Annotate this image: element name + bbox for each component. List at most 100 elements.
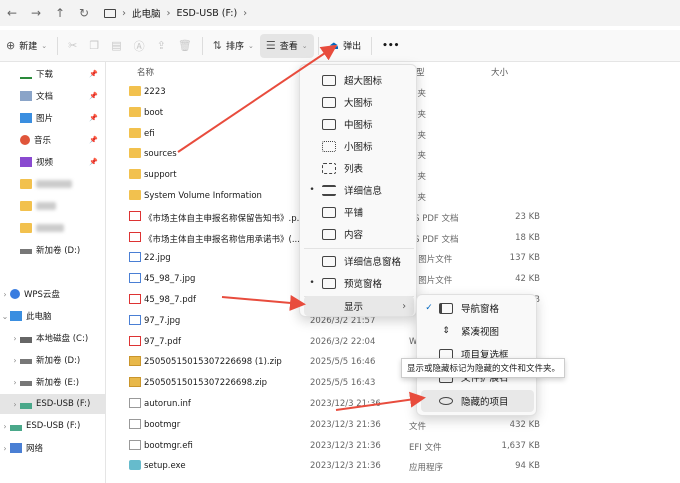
chevron-right-icon[interactable]: ›	[0, 444, 10, 453]
delete-button[interactable]: 🗑	[172, 34, 198, 58]
chevron-down-icon[interactable]: ⌄	[0, 312, 10, 321]
sidebar-item-folder-blurred[interactable]	[0, 196, 105, 216]
sidebar-item-drive-c[interactable]: › 本地磁盘 (C:)	[0, 328, 105, 348]
sidebar-item-drive-d-quick[interactable]: 新加卷 (D:)	[0, 240, 105, 260]
submenu-item-compact-view[interactable]: ⇕ 紧凑视图	[421, 320, 534, 342]
file-row[interactable]: autorun.inf 2023/12/3 21:36	[107, 394, 680, 414]
cloud-icon	[10, 289, 20, 299]
sidebar-item-folder-blurred[interactable]	[0, 174, 105, 194]
file-row[interactable]: bootmgr 2023/12/3 21:36 文件 432 KB	[107, 415, 680, 435]
breadcrumb-esd-usb[interactable]: ESD-USB (F:)	[177, 8, 238, 19]
menu-item-show[interactable]: 显示 ›	[304, 296, 414, 316]
file-row[interactable]: setup.exe 2023/12/3 21:36 应用程序 94 KB	[107, 456, 680, 476]
sidebar-item-this-pc[interactable]: ⌄ 此电脑	[0, 306, 105, 326]
sidebar-item-drive-d[interactable]: › 新加卷 (D:)	[0, 350, 105, 370]
sidebar-item-music[interactable]: 音乐 📌	[0, 130, 105, 150]
menu-item-content[interactable]: 内容	[304, 223, 414, 245]
menu-item-small-icons[interactable]: 小图标	[304, 135, 414, 157]
sidebar-item-drive-e[interactable]: › 新加卷 (E:)	[0, 372, 105, 392]
redacted-label	[36, 180, 72, 188]
file-date: 2026/3/2 22:04	[310, 336, 376, 347]
file-name: sources	[144, 149, 177, 160]
sort-button[interactable]: ⇅ 排序 ⌄	[207, 34, 260, 58]
eject-button[interactable]: ⏏ 弹出	[323, 34, 367, 58]
file-size: 1,637 KB	[501, 440, 540, 451]
file-row[interactable]: bootmgr.efi 2023/12/3 21:36 EFI 文件 1,637 KB	[107, 436, 680, 456]
folder-icon	[20, 223, 32, 233]
rename-button[interactable]: Ⓐ	[128, 34, 151, 58]
redacted-label	[36, 202, 56, 210]
breadcrumb[interactable]: › 此电脑 › ESD-USB (F:) ›	[104, 3, 247, 23]
sidebar-item-downloads[interactable]: 下载 📌	[0, 64, 105, 84]
divider	[371, 36, 373, 55]
menu-divider	[304, 248, 414, 249]
content-icon	[322, 228, 336, 240]
folder-icon	[129, 86, 141, 96]
up-icon[interactable]: ↑	[48, 1, 72, 25]
chevron-right-icon[interactable]: ›	[10, 356, 20, 365]
breadcrumb-this-pc[interactable]: 此电脑	[132, 6, 161, 20]
chevron-right-icon[interactable]: ›	[0, 422, 10, 431]
sidebar-item-wps-cloud[interactable]: › WPS云盘	[0, 284, 105, 304]
download-icon	[20, 69, 32, 79]
view-button[interactable]: ☰ 查看 ⌄	[259, 33, 314, 58]
file-date: 2023/12/3 21:36	[310, 399, 381, 409]
copy-button[interactable]: ❐	[83, 34, 105, 58]
checkmark-icon: ✓	[425, 303, 433, 313]
sidebar-item-esd-usb[interactable]: › ESD-USB (F:)	[0, 416, 105, 436]
menu-item-details[interactable]: • 详细信息	[304, 179, 414, 201]
forward-icon[interactable]: →	[24, 1, 48, 25]
file-row[interactable]: 97_7.pdf 2026/3/2 22:04 W	[107, 332, 680, 352]
refresh-icon[interactable]: ↻	[72, 1, 96, 25]
file-icon	[129, 418, 141, 429]
menu-item-medium-icons[interactable]: 中图标	[304, 113, 414, 135]
more-options-button[interactable]: •••	[376, 34, 405, 58]
menu-item-preview-pane[interactable]: • 预览窗格	[304, 272, 414, 294]
file-name: setup.exe	[144, 461, 186, 472]
file-icon	[129, 439, 141, 450]
column-type[interactable]: 型	[416, 66, 425, 78]
file-name: bootmgr.efi	[144, 440, 193, 451]
file-name: 97_7.pdf	[144, 336, 181, 347]
cut-button[interactable]: ✂	[62, 34, 83, 58]
file-name: 《市场主体自主申报名称信用承诺书》(...	[144, 234, 300, 245]
paste-button[interactable]: ▤	[105, 34, 127, 58]
sidebar-item-esd-usb-selected[interactable]: › ESD-USB (F:)	[0, 394, 105, 414]
menu-item-list[interactable]: 列表	[304, 157, 414, 179]
column-name[interactable]: 名称	[137, 66, 154, 78]
sort-icon: ⇅	[212, 39, 223, 52]
sidebar-item-folder-blurred[interactable]	[0, 218, 105, 238]
sidebar-item-pictures[interactable]: 图片 📌	[0, 108, 105, 128]
menu-item-extra-large-icons[interactable]: 超大图标	[304, 69, 414, 91]
zip-file-icon	[129, 377, 141, 388]
divider	[57, 36, 59, 55]
menu-item-tiles[interactable]: 平铺	[304, 201, 414, 223]
extra-large-icons-icon	[322, 74, 336, 86]
selected-dot-icon: •	[309, 278, 315, 288]
menu-item-details-pane[interactable]: 详细信息窗格	[304, 250, 414, 272]
chevron-right-icon[interactable]: ›	[10, 400, 20, 409]
chevron-right-icon[interactable]: ›	[0, 290, 10, 299]
share-button[interactable]: ⇪	[151, 34, 172, 58]
new-button[interactable]: ⊕ 新建 ⌄	[0, 34, 53, 58]
details-pane-icon	[322, 255, 336, 267]
sidebar-item-videos[interactable]: 视频 📌	[0, 152, 105, 172]
sidebar-item-documents[interactable]: 文档 📌	[0, 86, 105, 106]
chevron-right-icon: ›	[166, 7, 171, 19]
sidebar-item-network[interactable]: › 网络	[0, 438, 105, 458]
navigation-bar: ← → ↑ ↻ › 此电脑 › ESD-USB (F:) ›	[0, 0, 680, 26]
submenu-item-navigation-pane[interactable]: ✓ 导航窗格	[421, 297, 534, 319]
file-date: 2023/12/3 21:36	[310, 419, 381, 430]
file-row[interactable]: 25050515015307226698 (1).zip 2025/5/5 16:…	[107, 352, 680, 372]
file-row[interactable]: 25050515015307226698.zip 2025/5/5 16:43	[107, 373, 680, 393]
file-size: 94 KB	[515, 461, 540, 472]
chevron-right-icon[interactable]: ›	[10, 378, 20, 387]
chevron-right-icon: ›	[122, 7, 126, 19]
menu-item-large-icons[interactable]: 大图标	[304, 91, 414, 113]
submenu-item-hidden-items[interactable]: 隐藏的项目	[421, 390, 534, 412]
chevron-right-icon[interactable]: ›	[10, 334, 20, 343]
folder-icon	[20, 201, 32, 211]
back-icon[interactable]: ←	[0, 1, 24, 25]
column-size[interactable]: 大小	[491, 66, 508, 78]
folder-icon	[129, 169, 141, 180]
